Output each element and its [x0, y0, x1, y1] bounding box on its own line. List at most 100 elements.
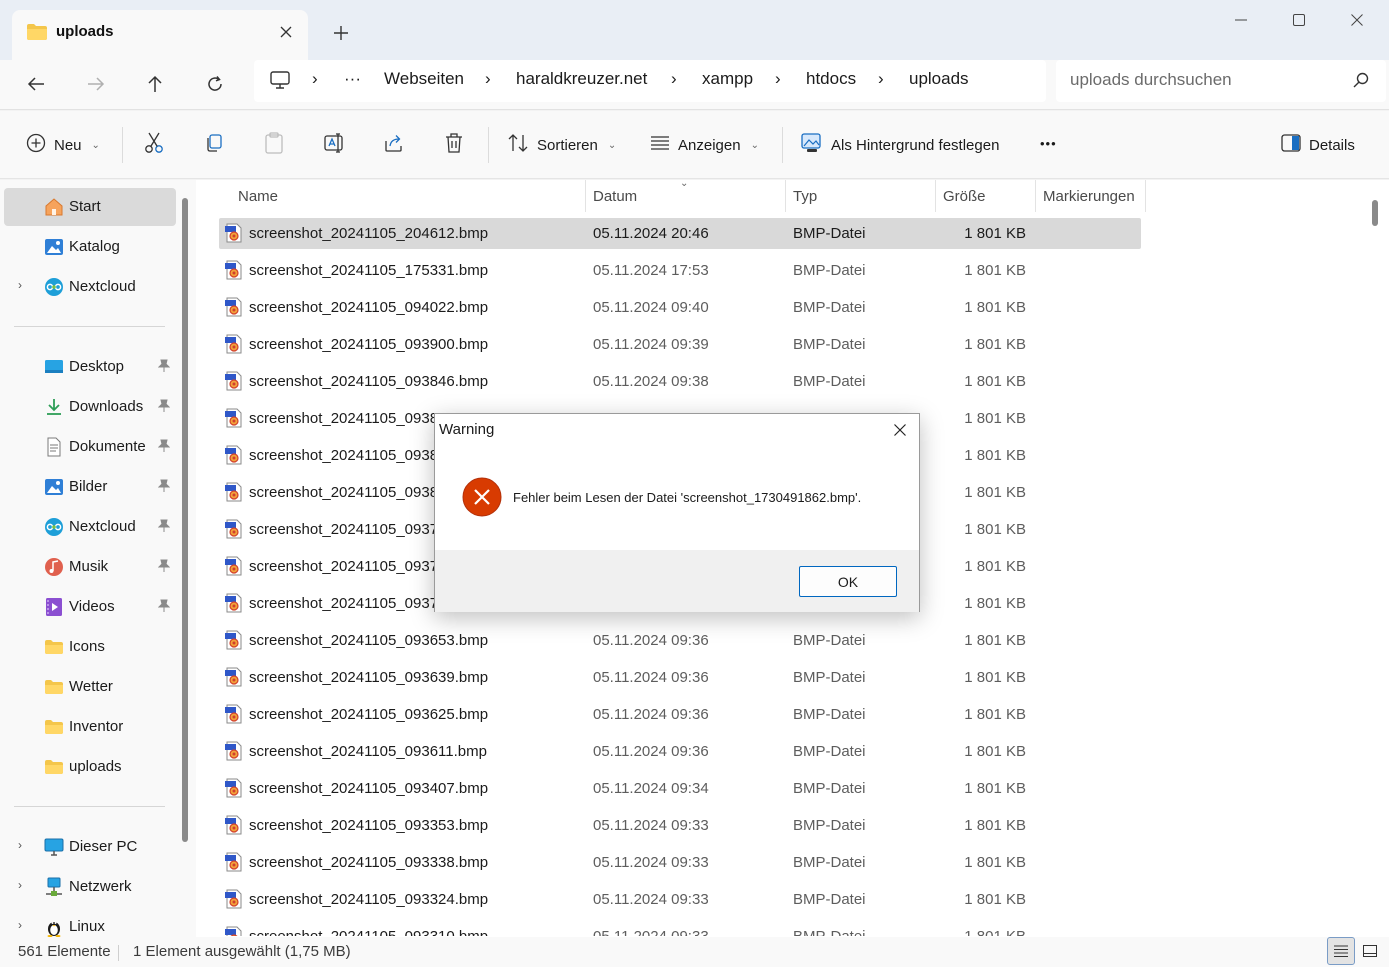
- sidebar-item-nextcloud-root[interactable]: › Nextcloud: [4, 268, 176, 306]
- file-name: screenshot_20241105_09380: [249, 484, 447, 501]
- sidebar-item-inventor[interactable]: Inventor: [4, 708, 176, 746]
- cut-button[interactable]: [144, 131, 164, 159]
- column-divider[interactable]: [1145, 180, 1146, 212]
- tab-uploads[interactable]: uploads: [12, 10, 308, 60]
- pictures-icon: [44, 477, 64, 497]
- table-row[interactable]: screenshot_20241105_093900.bmp 05.11.2024…: [219, 329, 1141, 360]
- bmp-file-icon: [224, 297, 244, 321]
- sidebar-item-dokumente[interactable]: Dokumente: [4, 428, 176, 466]
- more-options-button[interactable]: •••: [1040, 129, 1057, 157]
- column-header-size[interactable]: Größe: [935, 180, 1035, 212]
- sidebar-item-videos[interactable]: Videos: [4, 588, 176, 626]
- file-name: screenshot_20241105_093310.bmp: [249, 928, 488, 936]
- pin-icon[interactable]: [157, 559, 171, 577]
- share-button[interactable]: [384, 131, 404, 159]
- sidebar-item-katalog[interactable]: Katalog: [4, 228, 176, 266]
- new-button[interactable]: Neu ⌄: [26, 131, 100, 159]
- view-button[interactable]: Anzeigen ⌄: [650, 131, 759, 159]
- table-row[interactable]: screenshot_20241105_093611.bmp 05.11.2024…: [219, 736, 1141, 767]
- chevron-right-icon[interactable]: ›: [18, 278, 22, 292]
- wallpaper-icon: [801, 133, 823, 157]
- bmp-file-icon: [224, 260, 244, 284]
- address-bar[interactable]: › ··· Webseiten › haraldkreuzer.net › xa…: [254, 60, 1046, 102]
- minimize-button[interactable]: [1218, 6, 1264, 34]
- tiles-view-button[interactable]: [1356, 937, 1384, 965]
- sidebar-item-dieser-pc[interactable]: › Dieser PC: [4, 828, 176, 866]
- breadcrumb-xampp[interactable]: xampp: [702, 69, 753, 89]
- table-row[interactable]: screenshot_20241105_093653.bmp 05.11.2024…: [219, 625, 1141, 656]
- table-row[interactable]: screenshot_20241105_093353.bmp 05.11.2024…: [219, 810, 1141, 841]
- pin-icon[interactable]: [157, 439, 171, 457]
- sidebar-item-start[interactable]: Start: [4, 188, 176, 226]
- table-row[interactable]: screenshot_20241105_093310.bmp 05.11.2024…: [219, 921, 1141, 936]
- back-button[interactable]: [18, 66, 54, 102]
- chevron-right-icon[interactable]: ›: [18, 918, 22, 932]
- search-placeholder: uploads durchsuchen: [1070, 70, 1232, 89]
- table-row[interactable]: screenshot_20241105_093846.bmp 05.11.2024…: [219, 366, 1141, 397]
- dialog-close-icon[interactable]: [887, 418, 913, 442]
- sidebar-divider: [14, 806, 165, 807]
- copy-button[interactable]: [204, 131, 224, 159]
- new-label: Neu: [54, 136, 82, 154]
- bmp-file-icon: [224, 371, 244, 395]
- breadcrumb-webseiten[interactable]: Webseiten: [384, 69, 464, 89]
- pin-icon[interactable]: [157, 399, 171, 417]
- sidebar-item-desktop[interactable]: Desktop: [4, 348, 176, 386]
- sidebar-scrollbar[interactable]: [182, 198, 188, 842]
- column-header-name[interactable]: Name: [230, 180, 585, 212]
- table-row[interactable]: screenshot_20241105_093324.bmp 05.11.2024…: [219, 884, 1141, 915]
- breadcrumb-overflow[interactable]: ···: [344, 69, 361, 89]
- close-tab-icon[interactable]: [274, 20, 298, 44]
- breadcrumb-htdocs[interactable]: htdocs: [806, 69, 856, 89]
- details-view-button[interactable]: [1327, 937, 1355, 965]
- table-row[interactable]: screenshot_20241105_204612.bmp 05.11.2024…: [219, 218, 1141, 249]
- breadcrumb-uploads[interactable]: uploads: [909, 69, 969, 89]
- sidebar-item-wetter[interactable]: Wetter: [4, 668, 176, 706]
- sidebar-item-downloads[interactable]: Downloads: [4, 388, 176, 426]
- table-row[interactable]: screenshot_20241105_093625.bmp 05.11.2024…: [219, 699, 1141, 730]
- file-type: BMP-Datei: [793, 225, 866, 242]
- breadcrumb-haraldkreuzer[interactable]: haraldkreuzer.net: [516, 69, 647, 89]
- table-row[interactable]: screenshot_20241105_093407.bmp 05.11.2024…: [219, 773, 1141, 804]
- table-row[interactable]: screenshot_20241105_175331.bmp 05.11.2024…: [219, 255, 1141, 286]
- forward-button[interactable]: [78, 66, 114, 102]
- new-tab-button[interactable]: [326, 18, 356, 48]
- refresh-button[interactable]: [197, 66, 233, 102]
- sidebar-item-netzwerk[interactable]: › Netzwerk: [4, 868, 176, 906]
- delete-button[interactable]: [444, 131, 464, 159]
- sort-button[interactable]: Sortieren ⌄: [507, 131, 616, 159]
- sidebar-item-musik[interactable]: Musik: [4, 548, 176, 586]
- pin-icon[interactable]: [157, 599, 171, 617]
- pin-icon[interactable]: [157, 519, 171, 537]
- table-row[interactable]: screenshot_20241105_094022.bmp 05.11.2024…: [219, 292, 1141, 323]
- paste-button[interactable]: [264, 131, 284, 159]
- sidebar-item-uploads[interactable]: uploads: [4, 748, 176, 786]
- pin-icon[interactable]: [157, 479, 171, 497]
- rename-button[interactable]: [324, 131, 346, 159]
- close-window-button[interactable]: [1334, 6, 1380, 34]
- table-row[interactable]: screenshot_20241105_093639.bmp 05.11.2024…: [219, 662, 1141, 693]
- maximize-button[interactable]: [1276, 6, 1322, 34]
- chevron-right-icon[interactable]: ›: [18, 878, 22, 892]
- set-wallpaper-button[interactable]: Als Hintergrund festlegen: [801, 131, 999, 159]
- chevron-right-icon[interactable]: ›: [18, 838, 22, 852]
- pin-icon[interactable]: [157, 359, 171, 377]
- column-header-type[interactable]: Typ: [785, 180, 935, 212]
- column-header-tags[interactable]: Markierungen: [1035, 180, 1145, 212]
- sidebar-item-nextcloud[interactable]: Nextcloud: [4, 508, 176, 546]
- file-name: screenshot_20241105_094022.bmp: [249, 299, 489, 316]
- sidebar-item-icons[interactable]: Icons: [4, 628, 176, 666]
- ok-button[interactable]: OK: [799, 566, 897, 597]
- file-size: 1 801 KB: [964, 521, 1026, 538]
- search-icon[interactable]: [1353, 72, 1369, 92]
- bmp-file-icon: [224, 704, 244, 728]
- table-row[interactable]: screenshot_20241105_093338.bmp 05.11.2024…: [219, 847, 1141, 878]
- search-input[interactable]: uploads durchsuchen: [1056, 60, 1386, 102]
- selection-info: 1 Element ausgewählt (1,75 MB): [133, 943, 351, 960]
- details-button[interactable]: Details: [1281, 131, 1355, 159]
- chevron-down-icon: ⌄: [607, 139, 617, 151]
- file-list-scrollbar[interactable]: [1372, 200, 1378, 226]
- up-button[interactable]: [137, 66, 173, 102]
- sort-descending-icon: ⌄: [680, 178, 689, 189]
- sidebar-item-bilder[interactable]: Bilder: [4, 468, 176, 506]
